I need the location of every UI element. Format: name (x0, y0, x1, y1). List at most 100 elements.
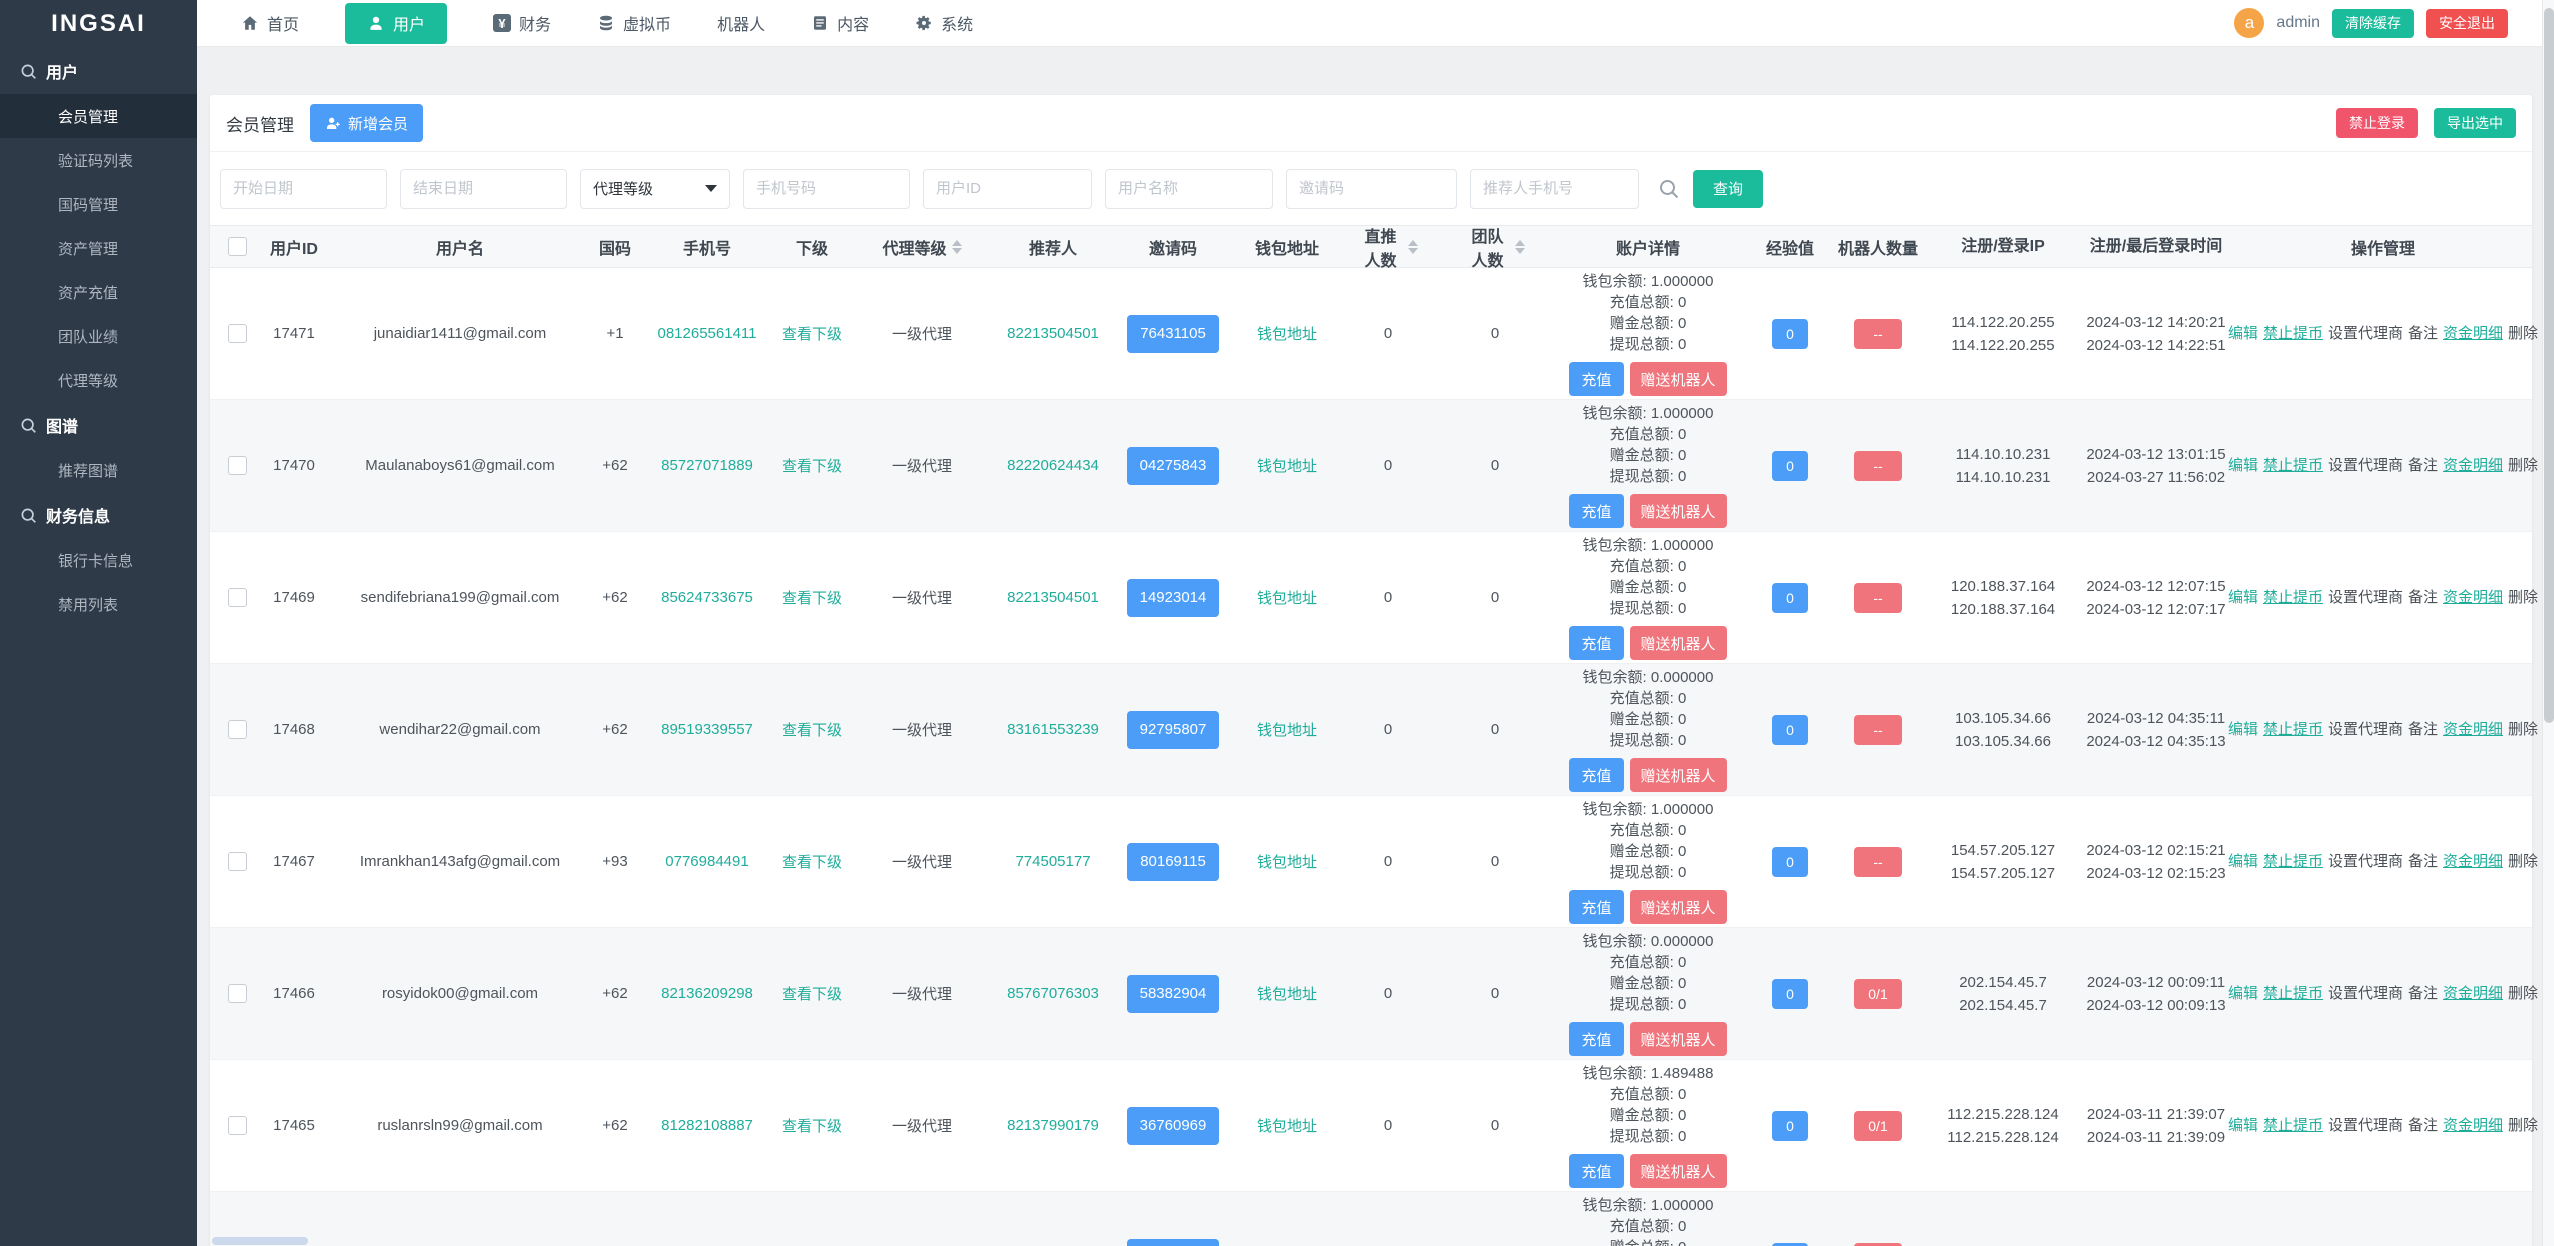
header-team-count[interactable]: 团队人数 (1465, 226, 1525, 270)
current-user[interactable]: admin (2276, 14, 2320, 32)
remark-link[interactable]: 备注 (2408, 982, 2438, 1006)
recharge-button[interactable]: 充值 (1569, 1154, 1624, 1188)
sidebar-section-users[interactable]: 用户 (0, 48, 197, 94)
invite-code-badge[interactable]: 14923014 (1127, 578, 1219, 617)
fund-details-link[interactable]: 资金明细 (2443, 322, 2503, 346)
cell-phone-link[interactable] (647, 1192, 767, 1246)
sidebar-item-disabled-list[interactable]: 禁用列表 (0, 582, 197, 626)
gift-robot-button[interactable]: 赠送机器人 (1629, 362, 1727, 396)
referrer-phone-input[interactable] (1470, 168, 1639, 209)
end-date-input[interactable] (400, 168, 567, 209)
clear-cache-button[interactable]: 清除缓存 (2332, 8, 2414, 38)
header-direct-count[interactable]: 直推人数 (1358, 226, 1418, 270)
view-subordinates-link[interactable]: 查看下级 (762, 928, 862, 1059)
remark-link[interactable]: 备注 (2408, 586, 2438, 610)
ban-withdraw-link[interactable]: 禁止提币 (2263, 454, 2323, 478)
horizontal-scrollbar-thumb[interactable] (212, 1237, 308, 1245)
delete-link[interactable]: 删除 (2508, 982, 2538, 1006)
sidebar-item-agent-level[interactable]: 代理等级 (0, 358, 197, 402)
edit-link[interactable]: 编辑 (2228, 454, 2258, 478)
vertical-scrollbar[interactable] (2542, 0, 2554, 1246)
recharge-button[interactable]: 充值 (1569, 758, 1624, 792)
delete-link[interactable]: 删除 (2508, 586, 2538, 610)
wallet-address-link[interactable]: 钱包地址 (1237, 268, 1337, 399)
fund-details-link[interactable]: 资金明细 (2443, 454, 2503, 478)
avatar[interactable]: a (2234, 8, 2265, 38)
delete-link[interactable]: 删除 (2508, 322, 2538, 346)
remark-link[interactable]: 备注 (2408, 718, 2438, 742)
invite-code-badge[interactable]: 58382904 (1127, 974, 1219, 1013)
cell-referrer-link[interactable] (993, 1192, 1113, 1246)
set-agent-link[interactable]: 设置代理商 (2328, 586, 2403, 610)
invite-code-badge[interactable]: 76431105 (1127, 314, 1219, 353)
cell-referrer-link[interactable]: 82137990179 (993, 1060, 1113, 1191)
wallet-address-link[interactable]: 钱包地址 (1237, 928, 1337, 1059)
nav-robots[interactable]: 机器人 (717, 11, 765, 35)
recharge-button[interactable]: 充值 (1569, 1022, 1624, 1056)
search-icon[interactable] (1658, 178, 1680, 200)
sidebar-item-captcha-list[interactable]: 验证码列表 (0, 138, 197, 182)
remark-link[interactable]: 备注 (2408, 322, 2438, 346)
add-member-button[interactable]: 新增会员 (310, 104, 424, 142)
nav-crypto[interactable]: 虚拟币 (597, 11, 671, 35)
sort-carets-icon[interactable] (1515, 239, 1525, 254)
phone-input[interactable] (743, 168, 910, 209)
start-date-input[interactable] (220, 168, 387, 209)
sidebar-section-graph[interactable]: 图谱 (0, 402, 197, 448)
delete-link[interactable]: 删除 (2508, 718, 2538, 742)
remark-link[interactable]: 备注 (2408, 850, 2438, 874)
sidebar-section-finance[interactable]: 财务信息 (0, 492, 197, 538)
view-subordinates-link[interactable]: 查看下级 (762, 268, 862, 399)
ban-withdraw-link[interactable]: 禁止提币 (2263, 586, 2323, 610)
header-agent-level[interactable]: 代理等级 (872, 226, 972, 267)
view-subordinates-link[interactable]: 查看下级 (762, 1060, 862, 1191)
wallet-address-link[interactable]: 钱包地址 (1237, 532, 1337, 663)
sort-carets-icon[interactable] (951, 239, 962, 254)
invite-code-badge[interactable]: 80169115 (1127, 842, 1219, 881)
delete-link[interactable]: 删除 (2508, 850, 2538, 874)
gift-robot-button[interactable]: 赠送机器人 (1629, 1154, 1727, 1188)
sidebar-item-asset-recharge[interactable]: 资产充值 (0, 270, 197, 314)
delete-link[interactable]: 删除 (2508, 1114, 2538, 1138)
gift-robot-button[interactable]: 赠送机器人 (1629, 890, 1727, 924)
search-button[interactable]: 查询 (1693, 169, 1764, 208)
nav-finance[interactable]: ¥ 财务 (493, 11, 551, 35)
agent-level-select[interactable]: 代理等级 (580, 168, 730, 209)
cell-referrer-link[interactable]: 83161553239 (993, 664, 1113, 795)
edit-link[interactable]: 编辑 (2228, 850, 2258, 874)
ban-withdraw-link[interactable]: 禁止提币 (2263, 322, 2323, 346)
logout-button[interactable]: 安全退出 (2426, 8, 2508, 38)
cell-referrer-link[interactable]: 85767076303 (993, 928, 1113, 1059)
user-id-input[interactable] (923, 168, 1092, 209)
sidebar-item-asset-management[interactable]: 资产管理 (0, 226, 197, 270)
recharge-button[interactable]: 充值 (1569, 626, 1624, 660)
fund-details-link[interactable]: 资金明细 (2443, 586, 2503, 610)
view-subordinates-link[interactable]: 查看下级 (762, 1192, 862, 1246)
export-selected-button[interactable]: 导出选中 (2434, 108, 2516, 138)
set-agent-link[interactable]: 设置代理商 (2328, 322, 2403, 346)
ban-withdraw-link[interactable]: 禁止提币 (2263, 850, 2323, 874)
gift-robot-button[interactable]: 赠送机器人 (1629, 1022, 1727, 1056)
cell-referrer-link[interactable]: 774505177 (993, 796, 1113, 927)
sort-carets-icon[interactable] (1408, 239, 1418, 254)
wallet-address-link[interactable]: 钱包地址 (1237, 400, 1337, 531)
nav-system[interactable]: 系统 (915, 11, 973, 35)
recharge-button[interactable]: 充值 (1569, 890, 1624, 924)
edit-link[interactable]: 编辑 (2228, 586, 2258, 610)
ban-withdraw-link[interactable]: 禁止提币 (2263, 1114, 2323, 1138)
set-agent-link[interactable]: 设置代理商 (2328, 454, 2403, 478)
cell-referrer-link[interactable]: 82213504501 (993, 532, 1113, 663)
invite-code-input[interactable] (1286, 168, 1457, 209)
cell-phone-link[interactable]: 85727071889 (647, 400, 767, 531)
set-agent-link[interactable]: 设置代理商 (2328, 982, 2403, 1006)
wallet-address-link[interactable]: 钱包地址 (1237, 796, 1337, 927)
edit-link[interactable]: 编辑 (2228, 1114, 2258, 1138)
recharge-button[interactable]: 充值 (1569, 494, 1624, 528)
sidebar-item-country-code[interactable]: 国码管理 (0, 182, 197, 226)
ban-login-button[interactable]: 禁止登录 (2336, 108, 2418, 138)
cell-referrer-link[interactable]: 82213504501 (993, 268, 1113, 399)
remark-link[interactable]: 备注 (2408, 454, 2438, 478)
vertical-scrollbar-thumb[interactable] (2544, 8, 2554, 723)
fund-details-link[interactable]: 资金明细 (2443, 982, 2503, 1006)
cell-phone-link[interactable]: 081265561411 (647, 268, 767, 399)
